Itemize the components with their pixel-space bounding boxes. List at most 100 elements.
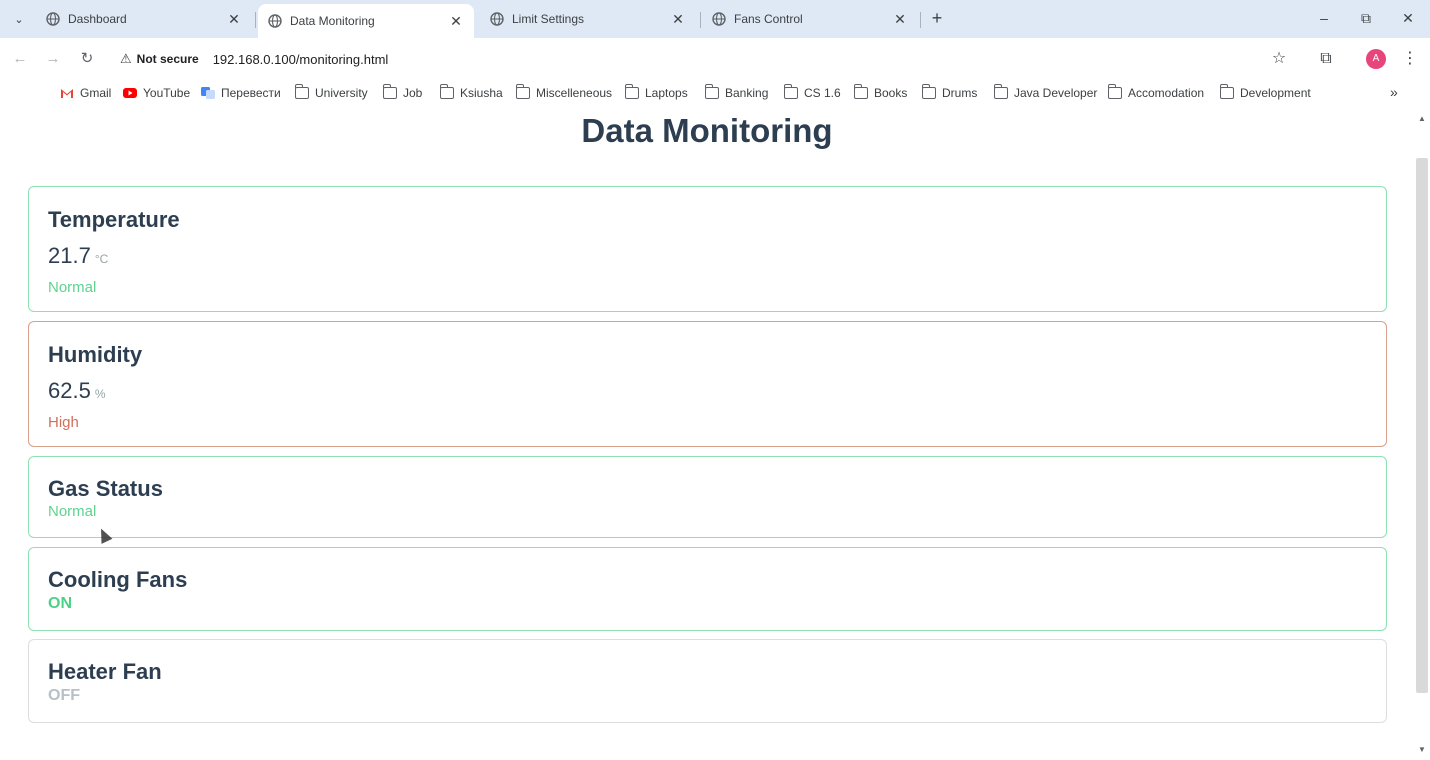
tab-label: Fans Control bbox=[734, 12, 803, 26]
profile-avatar[interactable]: A bbox=[1366, 49, 1386, 69]
bookmark-java-developer[interactable]: Java Developer bbox=[993, 84, 1098, 100]
temperature-unit: °C bbox=[94, 252, 109, 266]
folder-icon bbox=[921, 84, 936, 99]
tab-label: Data Monitoring bbox=[290, 14, 375, 28]
bookmark-label: Java Developer bbox=[1014, 86, 1098, 100]
cooling-fans-card: Cooling Fans ON bbox=[28, 547, 1387, 631]
close-icon[interactable]: ✕ bbox=[892, 11, 908, 27]
gmail-icon bbox=[61, 89, 73, 98]
tab-fans-control[interactable]: Fans Control ✕ bbox=[702, 4, 918, 34]
bookmark-label: University bbox=[315, 86, 368, 100]
folder-icon bbox=[439, 84, 454, 99]
translate-icon bbox=[201, 87, 215, 99]
new-tab-plus-icon[interactable]: + bbox=[926, 8, 948, 30]
temperature-title: Temperature bbox=[48, 207, 180, 232]
close-icon[interactable]: ✕ bbox=[226, 11, 242, 27]
folder-icon bbox=[704, 84, 719, 99]
bookmark-drums[interactable]: Drums bbox=[921, 84, 978, 100]
bookmark-label: Banking bbox=[725, 86, 769, 100]
security-label[interactable]: Not secure bbox=[137, 52, 199, 66]
bookmark-accomodation[interactable]: Accomodation bbox=[1107, 84, 1205, 100]
back-arrow-icon[interactable]: ← bbox=[8, 47, 32, 71]
close-icon[interactable]: ✕ bbox=[448, 13, 464, 29]
folder-icon bbox=[382, 84, 397, 99]
restore-icon[interactable]: ⧉ bbox=[1354, 6, 1378, 30]
browser-toolbar: ← → ↻ ⚠ Not secure 192.168.0.100/monitor… bbox=[0, 38, 1430, 80]
temperature-value: 21.7 bbox=[48, 243, 91, 268]
humidity-value: 62.5 bbox=[48, 378, 91, 403]
minimize-icon[interactable]: – bbox=[1312, 6, 1336, 30]
window-close-icon[interactable]: ✕ bbox=[1396, 6, 1420, 30]
bookmark-ksiusha[interactable]: Ksiusha bbox=[439, 84, 503, 100]
bookmark-label: CS 1.6 bbox=[804, 86, 841, 100]
folder-icon bbox=[1107, 84, 1122, 99]
reload-icon[interactable]: ↻ bbox=[75, 47, 99, 71]
bookmark-label: Miscelleneous bbox=[536, 86, 613, 100]
bookmark-job[interactable]: Job bbox=[382, 84, 422, 100]
youtube-icon bbox=[123, 88, 137, 98]
folder-icon bbox=[993, 84, 1008, 99]
bookmark-label: Gmail bbox=[80, 86, 112, 100]
folder-icon bbox=[294, 84, 309, 99]
globe-icon bbox=[712, 12, 726, 26]
temperature-reading: 21.7 °C bbox=[48, 243, 1386, 269]
globe-icon bbox=[268, 14, 282, 28]
temperature-status: Normal bbox=[48, 279, 97, 296]
folder-icon bbox=[783, 84, 798, 99]
bookmark-books[interactable]: Books bbox=[853, 84, 908, 100]
address-bar[interactable]: ⚠ Not secure 192.168.0.100/monitoring.ht… bbox=[110, 42, 1290, 76]
scroll-up-arrow-icon[interactable]: ▲ bbox=[1416, 114, 1428, 123]
bookmark-label: Development bbox=[1240, 86, 1311, 100]
tab-search-chevron-icon[interactable]: ⌄ bbox=[8, 8, 30, 30]
bookmark-label: Ksiusha bbox=[460, 86, 503, 100]
bookmark-label: Accomodation bbox=[1128, 86, 1205, 100]
tab-data-monitoring[interactable]: Data Monitoring ✕ bbox=[258, 4, 474, 38]
humidity-reading: 62.5% bbox=[48, 378, 1386, 404]
bookmark-translate[interactable]: Перевести bbox=[201, 86, 281, 100]
tab-label: Limit Settings bbox=[512, 12, 585, 26]
tab-limit-settings[interactable]: Limit Settings ✕ bbox=[480, 4, 696, 34]
tab-divider bbox=[700, 12, 701, 28]
cooling-fans-title: Cooling Fans bbox=[48, 567, 188, 592]
bookmark-miscelleneous[interactable]: Miscelleneous bbox=[515, 84, 613, 100]
bookmark-gmail[interactable]: Gmail bbox=[60, 86, 111, 100]
scroll-down-arrow-icon[interactable]: ▼ bbox=[1416, 745, 1428, 754]
tab-divider bbox=[255, 12, 256, 28]
bookmark-development[interactable]: Development bbox=[1219, 84, 1311, 100]
bookmark-star-icon[interactable]: ☆ bbox=[1267, 47, 1291, 71]
humidity-status: High bbox=[48, 414, 79, 431]
bookmark-label: Перевести bbox=[221, 86, 281, 100]
gas-status-card: Gas Status Normal bbox=[28, 456, 1387, 538]
extensions-puzzle-icon[interactable]: ⧉ bbox=[1314, 47, 1338, 71]
bookmark-label: Books bbox=[874, 86, 908, 100]
globe-icon bbox=[46, 12, 60, 26]
heater-fan-title: Heater Fan bbox=[48, 659, 162, 684]
url-text[interactable]: 192.168.0.100/monitoring.html bbox=[213, 52, 389, 67]
menu-kebab-icon[interactable]: ⋮ bbox=[1398, 47, 1422, 71]
heater-fan-card: Heater Fan OFF bbox=[28, 639, 1387, 723]
bookmark-banking[interactable]: Banking bbox=[704, 84, 769, 100]
folder-icon bbox=[853, 84, 868, 99]
gas-status-value: Normal bbox=[48, 503, 97, 520]
bookmark-laptops[interactable]: Laptops bbox=[624, 84, 688, 100]
bookmark-label: Drums bbox=[942, 86, 978, 100]
heater-fan-state: OFF bbox=[48, 687, 80, 704]
bookmark-university[interactable]: University bbox=[294, 84, 368, 100]
tab-dashboard[interactable]: Dashboard ✕ bbox=[36, 4, 252, 34]
folder-icon bbox=[624, 84, 639, 99]
globe-icon bbox=[490, 12, 504, 26]
close-icon[interactable]: ✕ bbox=[670, 11, 686, 27]
bookmark-youtube[interactable]: YouTube bbox=[123, 86, 190, 100]
warning-triangle-icon[interactable]: ⚠ bbox=[120, 51, 132, 67]
humidity-unit: % bbox=[94, 387, 106, 401]
bookmark-label: YouTube bbox=[143, 86, 191, 100]
scrollbar-thumb[interactable] bbox=[1416, 158, 1428, 693]
folder-icon bbox=[515, 84, 530, 99]
bookmark-cs16[interactable]: CS 1.6 bbox=[783, 84, 841, 100]
gas-status-title: Gas Status bbox=[48, 476, 163, 501]
forward-arrow-icon[interactable]: → bbox=[41, 47, 65, 71]
humidity-title: Humidity bbox=[48, 342, 143, 367]
more-bookmarks-chevron-icon[interactable]: » bbox=[1390, 84, 1398, 100]
tab-label: Dashboard bbox=[68, 12, 127, 26]
bookmark-label: Laptops bbox=[645, 86, 688, 100]
